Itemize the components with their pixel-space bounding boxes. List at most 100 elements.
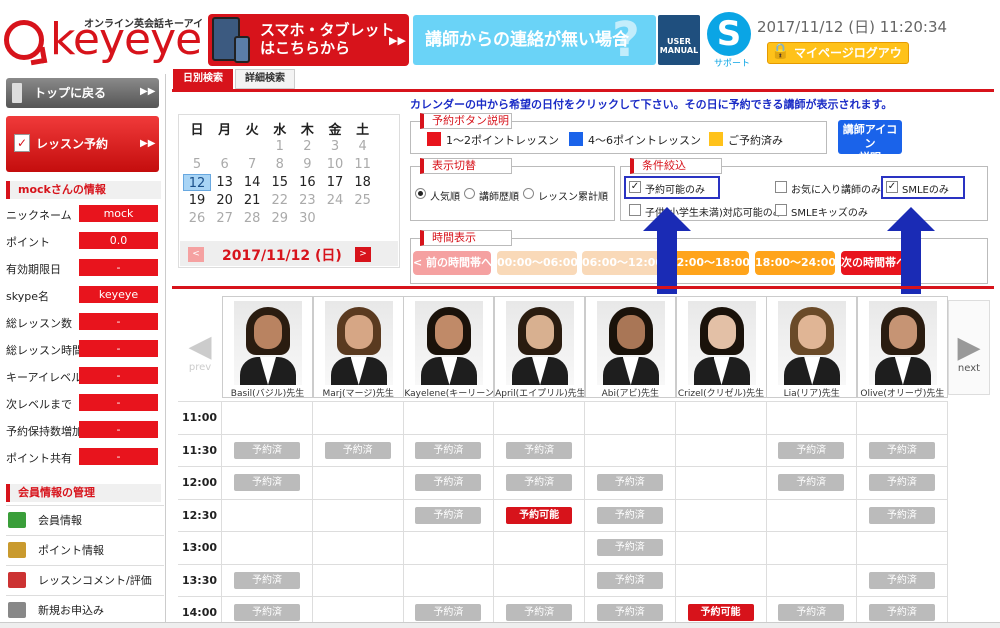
schedule-row: 13:00 予約済 (178, 531, 948, 564)
calendar-day[interactable]: 11 (349, 156, 377, 173)
calendar-day[interactable]: 9 (293, 156, 321, 173)
time-range-button[interactable]: < 前の時間帯へ (413, 251, 491, 275)
calendar-prev-button[interactable]: < (188, 247, 204, 262)
teacher-name[interactable]: Kayelene(キーリーン)先生 (404, 386, 493, 399)
calendar-day[interactable]: 28 (238, 210, 266, 227)
calendar-day[interactable]: 1 (266, 138, 294, 155)
teacher-name[interactable]: Basil(バジル)先生 (223, 386, 312, 399)
member-menu-item[interactable]: 新規お申込み (6, 595, 164, 624)
user-manual-button[interactable]: USER MANUAL (658, 15, 700, 65)
time-range-button[interactable]: 次の時間帯へ > (841, 251, 906, 275)
filter-checkbox[interactable]: ✓ (886, 181, 898, 193)
reserve-available-button[interactable]: 予約可能 (687, 604, 754, 621)
schedule-slot: 予約済 (313, 434, 404, 467)
calendar-day[interactable]: 18 (349, 174, 377, 191)
teacher-name[interactable]: Lia(リア)先生 (767, 386, 856, 399)
tab-daily-search[interactable]: 日別検索 (173, 69, 233, 89)
calendar-day[interactable]: 5 (183, 156, 211, 173)
member-menu-item[interactable]: 会員情報 (6, 505, 164, 534)
info-value: - (79, 448, 158, 465)
teacher-photo[interactable] (234, 301, 302, 385)
teacher-card[interactable]: Marj(マージ)先生 (312, 296, 404, 399)
sort-radio[interactable] (415, 188, 426, 199)
teacher-card[interactable]: Crizel(クリゼル)先生 (675, 296, 767, 399)
calendar-day[interactable]: 15 (266, 174, 294, 191)
calendar-day[interactable]: 16 (293, 174, 321, 191)
info-label: キーアイレベル (6, 371, 83, 384)
calendar-day[interactable]: 3 (321, 138, 349, 155)
calendar-day[interactable]: 26 (183, 210, 211, 227)
teacher-photo[interactable] (506, 301, 575, 385)
calendar-day[interactable]: 10 (321, 156, 349, 173)
teacher-card[interactable]: Olive(オリーヴ)先生 (856, 296, 948, 399)
calendar-next-button[interactable]: > (355, 247, 371, 262)
teacher-name[interactable]: Crizel(クリゼル)先生 (677, 386, 766, 399)
legend-color-swatch (569, 132, 583, 146)
teacher-icon-help-button[interactable]: 講師アイコン 説明 (838, 120, 902, 164)
calendar-day[interactable]: 24 (321, 192, 349, 209)
calendar-day[interactable]: 17 (321, 174, 349, 191)
filter-checkbox[interactable] (775, 204, 787, 216)
calendar-day[interactable]: 20 (211, 192, 239, 209)
teacher-name[interactable]: April(エイプリル)先生 (495, 386, 584, 399)
teacher-photo[interactable] (868, 301, 937, 385)
filter-checkbox[interactable] (775, 181, 787, 193)
skype-icon[interactable]: S (707, 12, 751, 56)
time-range-button[interactable]: 18:00〜24:00 (755, 251, 835, 275)
teacher-name[interactable]: Marj(マージ)先生 (314, 386, 403, 399)
teacher-photo[interactable] (415, 301, 484, 385)
reserve-available-button[interactable]: 予約可能 (506, 506, 573, 524)
calendar-day[interactable]: 4 (349, 138, 377, 155)
member-menu-item[interactable]: レッスンコメント/評価 (6, 565, 164, 594)
calendar-day[interactable]: 6 (211, 156, 239, 173)
schedule-slot: 予約済 (494, 434, 586, 467)
legend-color-swatch (427, 132, 441, 146)
teacher-photo[interactable] (324, 301, 393, 385)
horizontal-scrollbar[interactable] (0, 622, 1000, 628)
schedule-slot: 予約済 (403, 499, 495, 532)
back-to-top-button[interactable]: トップに戻る (6, 78, 159, 108)
time-range-button[interactable]: 06:00〜12:00 (582, 251, 663, 275)
teacher-card[interactable]: Abi(アビ)先生 (584, 296, 676, 399)
time-range-button[interactable]: 12:00〜18:00 (669, 251, 749, 275)
calendar-day[interactable]: 19 (183, 192, 211, 209)
teachers-next-button[interactable]: ▶ next (948, 300, 990, 395)
member-menu-item[interactable]: ポイント情報 (6, 535, 164, 564)
info-label: 予約保持数増加 (6, 425, 83, 438)
calendar-day[interactable]: 22 (266, 192, 294, 209)
teacher-card[interactable]: Basil(バジル)先生 (222, 296, 313, 399)
calendar-day[interactable]: 23 (293, 192, 321, 209)
teacher-card[interactable]: Kayelene(キーリーン)先生 (403, 296, 495, 399)
calendar-day[interactable]: 2 (293, 138, 321, 155)
sort-radio[interactable] (523, 188, 534, 199)
calendar-day[interactable]: 27 (211, 210, 239, 227)
skype-support-label[interactable]: サポート (714, 56, 750, 69)
filter-checkbox[interactable]: ✓ (629, 181, 641, 193)
double-chevron-right-icon: ▶▶ (389, 34, 406, 47)
filter-checkbox[interactable] (629, 204, 641, 216)
calendar-day[interactable]: 12 (183, 174, 211, 191)
calendar-day[interactable]: 29 (266, 210, 294, 227)
teacher-photo[interactable] (687, 301, 756, 385)
calendar-day[interactable]: 21 (238, 192, 266, 209)
teacher-name[interactable]: Olive(オリーヴ)先生 (858, 386, 947, 399)
reserved-badge: 予約済 (868, 474, 935, 491)
teachers-prev-button[interactable]: ◀ prev (180, 300, 220, 395)
teacher-photo[interactable] (596, 301, 665, 385)
teacher-card[interactable]: April(エイプリル)先生 (494, 296, 586, 399)
tab-detail-search[interactable]: 詳細検索 (235, 69, 295, 89)
reserved-badge: 予約済 (778, 604, 845, 621)
calendar-weekday: 火 (245, 123, 259, 138)
teacher-name[interactable]: Abi(アビ)先生 (586, 386, 675, 399)
teacher-face (707, 315, 736, 349)
calendar-day[interactable]: 7 (238, 156, 266, 173)
calendar-day[interactable]: 8 (266, 156, 294, 173)
calendar-day[interactable]: 30 (293, 210, 321, 227)
calendar-day[interactable]: 14 (238, 174, 266, 191)
calendar-day[interactable]: 13 (211, 174, 239, 191)
teacher-photo[interactable] (778, 301, 847, 385)
calendar-day[interactable]: 25 (349, 192, 377, 209)
sort-radio[interactable] (464, 188, 475, 199)
time-range-button[interactable]: 00:00〜06:00 (497, 251, 577, 275)
teacher-card[interactable]: Lia(リア)先生 (766, 296, 858, 399)
